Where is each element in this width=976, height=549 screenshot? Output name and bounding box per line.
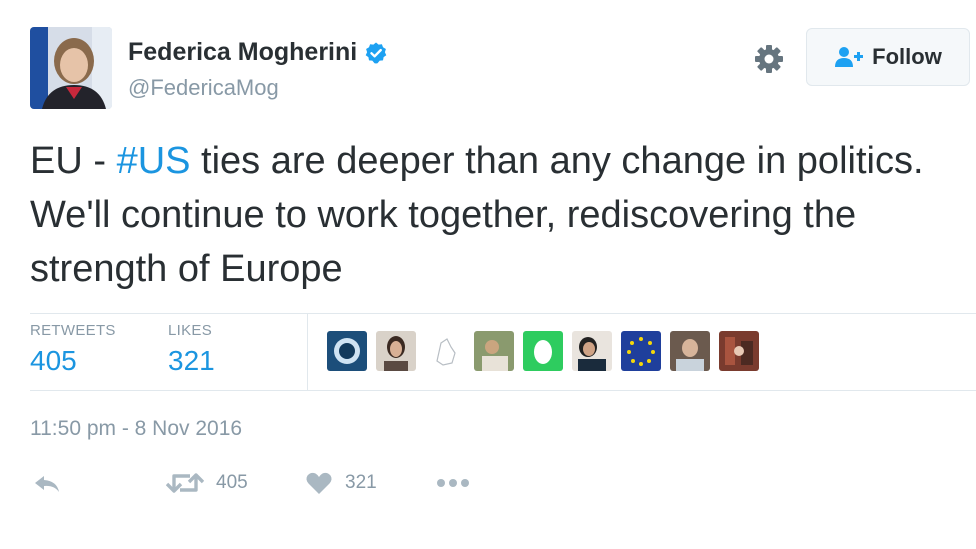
reply-button[interactable] (32, 470, 62, 496)
tweet-timestamp[interactable]: 11:50 pm - 8 Nov 2016 (30, 417, 242, 441)
author-name-row: Federica Mogherini (128, 38, 388, 67)
retweet-count: 405 (216, 472, 248, 493)
liker-avatar[interactable] (523, 331, 563, 371)
reply-icon (32, 470, 62, 496)
author-handle[interactable]: @FedericaMog (128, 75, 279, 101)
retweets-value: 405 (30, 345, 77, 376)
liker-avatar[interactable] (572, 331, 612, 371)
tweet-text: EU - #US ties are deeper than any change… (30, 134, 960, 296)
liker-avatar[interactable] (425, 331, 465, 371)
like-button[interactable]: 321 (305, 470, 377, 496)
likes-stat[interactable]: LIKES 321 (168, 322, 215, 377)
retweets-label: RETWEETS (30, 322, 116, 339)
likes-label: LIKES (168, 322, 213, 339)
stats-top-divider (30, 313, 976, 314)
like-count: 321 (345, 472, 377, 493)
follow-person-icon (834, 46, 864, 68)
author-avatar[interactable] (30, 27, 112, 109)
stats-bottom-divider (30, 390, 976, 391)
author-name[interactable]: Federica Mogherini (128, 38, 357, 67)
tweet-text-start: EU - (30, 140, 117, 182)
liker-avatar[interactable] (719, 331, 759, 371)
verified-badge-icon (364, 41, 388, 65)
liker-avatar[interactable] (621, 331, 661, 371)
likes-value: 321 (168, 345, 215, 376)
retweets-stat[interactable]: RETWEETS 405 (30, 322, 116, 377)
heart-icon (305, 470, 333, 496)
liker-avatar[interactable] (376, 331, 416, 371)
stats-separator (307, 314, 308, 391)
liker-avatars (327, 331, 768, 371)
more-button[interactable] (436, 470, 470, 496)
follow-button[interactable]: Follow (806, 28, 970, 86)
liker-avatar[interactable] (670, 331, 710, 371)
more-icon (436, 470, 470, 496)
hashtag-link[interactable]: #US (117, 140, 191, 182)
retweet-icon (166, 470, 204, 496)
liker-avatar[interactable] (327, 331, 367, 371)
follow-button-label: Follow (872, 44, 942, 69)
gear-icon[interactable] (752, 42, 786, 76)
liker-avatar[interactable] (474, 331, 514, 371)
retweet-button[interactable]: 405 (166, 470, 248, 496)
